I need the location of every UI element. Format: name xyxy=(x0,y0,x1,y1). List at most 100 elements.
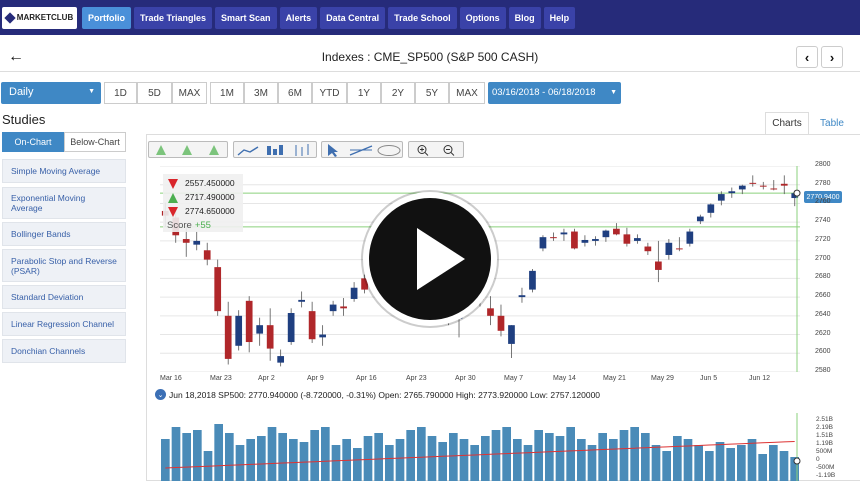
range-5y-button[interactable]: 5Y xyxy=(415,82,449,104)
tab-table[interactable]: Table xyxy=(812,112,852,134)
range-ytd-button[interactable]: YTD xyxy=(312,82,347,104)
nav-data-central[interactable]: Data Central xyxy=(320,6,386,29)
candle-body xyxy=(780,183,788,186)
chart-type-tools[interactable] xyxy=(233,141,317,158)
candle-body xyxy=(508,325,515,344)
date-range-picker[interactable]: 03/16/2018 - 06/18/2018 ▼ xyxy=(488,82,621,104)
volume-bar xyxy=(715,442,725,481)
volume-bar xyxy=(353,448,362,481)
red-triangle-icon xyxy=(168,179,178,189)
volume-bar xyxy=(737,445,746,481)
volume-bar xyxy=(193,430,202,481)
y-tick-label: 2600 xyxy=(815,348,831,356)
tab-charts[interactable]: Charts xyxy=(765,112,809,134)
nav-options[interactable]: Options xyxy=(459,6,506,29)
volume-bar xyxy=(609,439,618,481)
candle-body xyxy=(770,188,778,190)
logo-mark xyxy=(4,11,16,24)
score-value: +55 xyxy=(194,220,211,231)
study-psar[interactable]: Parabolic Stop and Reverse (PSAR) xyxy=(2,249,126,282)
video-play-button[interactable] xyxy=(363,192,497,326)
range-6m-button[interactable]: 6M xyxy=(278,82,312,104)
chevron-down-icon: ▼ xyxy=(88,88,95,95)
candle-body xyxy=(266,325,274,349)
interval-select[interactable]: Daily ▼ xyxy=(1,82,101,104)
volume-bar xyxy=(331,445,341,481)
volume-bar xyxy=(289,439,298,481)
study-ema[interactable]: Exponential Moving Average xyxy=(2,187,126,219)
volume-bar xyxy=(182,433,191,481)
volume-bar xyxy=(385,445,394,481)
range-1m-button[interactable]: 1M xyxy=(210,82,244,104)
next-button[interactable]: › xyxy=(821,46,843,68)
nav-alerts[interactable]: Alerts xyxy=(279,6,318,29)
study-donchian[interactable]: Donchian Channels xyxy=(2,339,126,363)
marketclub-logo[interactable]: MARKETCLUB xyxy=(2,6,77,29)
candle-body xyxy=(759,185,767,187)
volume-chart[interactable] xyxy=(160,413,816,481)
nav-trade-school[interactable]: Trade School xyxy=(388,6,457,29)
candle-body xyxy=(287,313,295,343)
candle-body xyxy=(738,185,746,190)
volume-bar xyxy=(779,451,789,481)
nav-trade-triangles[interactable]: Trade Triangles xyxy=(134,6,213,29)
tab-on-chart[interactable]: On-Chart xyxy=(2,132,64,152)
study-stddev[interactable]: Standard Deviation xyxy=(2,285,126,309)
chevron-down-icon: ▼ xyxy=(610,89,617,96)
y-tick-label: 2660 xyxy=(815,292,831,300)
volume-tick-label: -500M xyxy=(816,464,835,471)
crosshair-dot xyxy=(793,189,801,197)
nav-smart-scan[interactable]: Smart Scan xyxy=(215,6,277,29)
volume-bar xyxy=(438,442,447,481)
x-tick-label: Apr 30 xyxy=(455,375,476,382)
candle-body xyxy=(581,239,589,243)
y-tick-label: 2700 xyxy=(815,254,831,262)
zoom-tools[interactable] xyxy=(408,141,464,158)
volume-tick-label: 0 xyxy=(816,456,820,463)
volume-bar xyxy=(161,439,170,481)
nav-blog[interactable]: Blog xyxy=(508,6,541,29)
top-navigation: MARKETCLUB Portfolio Trade Triangles Sma… xyxy=(0,0,860,35)
range-2y-button[interactable]: 2Y xyxy=(381,82,415,104)
range-1d-button[interactable]: 1D xyxy=(104,82,137,104)
candle-body xyxy=(529,270,536,290)
candle-body xyxy=(623,234,631,244)
volume-bar xyxy=(235,445,245,481)
study-bollinger[interactable]: Bollinger Bands xyxy=(2,222,126,246)
volume-bar xyxy=(694,445,703,481)
volume-bar xyxy=(278,433,287,481)
range-3m-button[interactable]: 3M xyxy=(244,82,278,104)
volume-bar xyxy=(555,436,565,481)
prev-button[interactable]: ‹ xyxy=(796,46,818,68)
chevron-icon[interactable]: ⌄ xyxy=(155,389,166,400)
drawing-tools[interactable] xyxy=(321,141,403,158)
range-max-short-button[interactable]: MAX xyxy=(172,82,207,104)
tab-below-chart[interactable]: Below-Chart xyxy=(64,132,126,152)
candle-body xyxy=(749,182,757,184)
volume-tick-label: 2.19B xyxy=(816,424,833,431)
candle-body xyxy=(329,304,337,312)
volume-bar xyxy=(598,433,607,481)
x-tick-label: Jun 12 xyxy=(749,375,771,382)
triangle-tools[interactable] xyxy=(148,141,228,158)
nav-portfolio[interactable]: Portfolio xyxy=(82,6,131,29)
range-1y-button[interactable]: 1Y xyxy=(347,82,381,104)
study-sma[interactable]: Simple Moving Average xyxy=(2,159,126,183)
y-tick-label: 2800 xyxy=(815,161,831,168)
volume-bar xyxy=(769,445,778,481)
range-max-button[interactable]: MAX xyxy=(449,82,485,104)
x-tick-label: May 14 xyxy=(553,375,576,382)
candle-body xyxy=(675,248,683,250)
volume-bar xyxy=(747,439,757,481)
y-tick-label: 2580 xyxy=(815,367,831,374)
volume-bar xyxy=(171,427,181,481)
x-tick-label: May 29 xyxy=(651,375,674,382)
candle-body xyxy=(613,228,620,235)
range-5d-button[interactable]: 5D xyxy=(137,82,172,104)
study-linreg[interactable]: Linear Regression Channel xyxy=(2,312,126,336)
studies-tabs: On-Chart Below-Chart xyxy=(2,132,126,152)
title-bar: ← Indexes : CME_SP500 (S&P 500 CASH) ‹ › xyxy=(0,44,860,72)
nav-help[interactable]: Help xyxy=(543,6,576,29)
candle-body xyxy=(696,216,704,222)
x-tick-label: May 7 xyxy=(504,375,524,382)
